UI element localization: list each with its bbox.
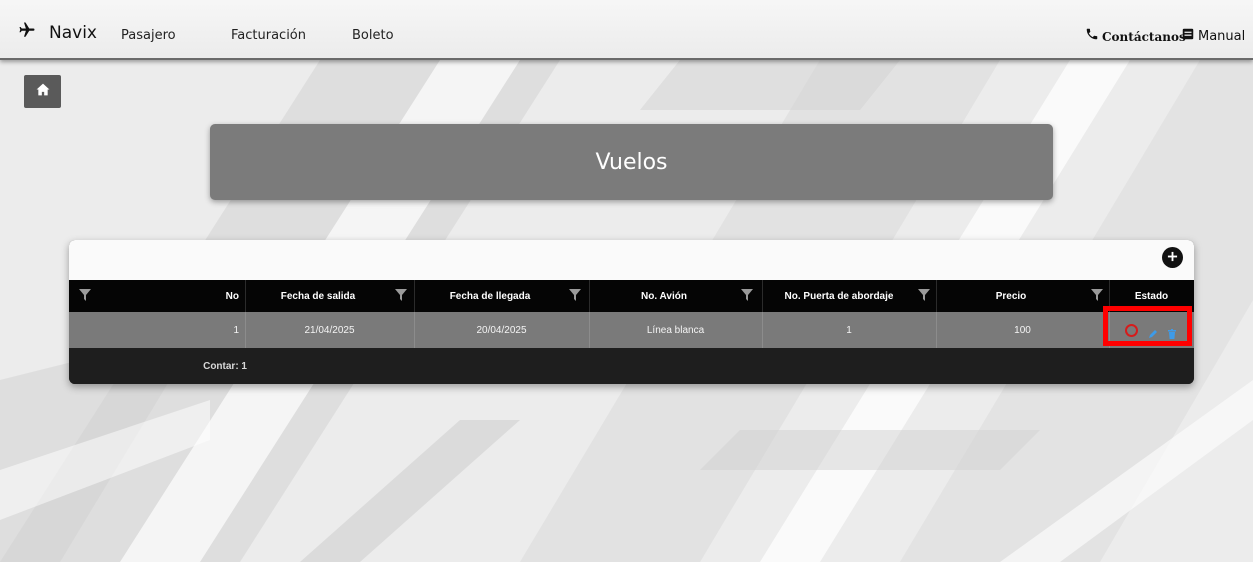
contact-label: Contáctanos [1102, 29, 1186, 44]
home-icon [36, 83, 50, 101]
filter-icon[interactable] [918, 289, 930, 301]
contact-link[interactable]: Contáctanos [1085, 27, 1186, 46]
column-header-estado[interactable]: Estado [1109, 280, 1194, 312]
nav-link-facturacion[interactable]: Facturación [231, 28, 306, 43]
book-icon [1181, 27, 1198, 46]
cell-precio: 100 [1014, 324, 1031, 336]
phone-icon [1085, 27, 1102, 46]
top-navbar: Navix Pasajero Facturación Boleto Contác… [0, 0, 1253, 60]
cell-avion: Línea blanca [646, 324, 705, 336]
nav-link-pasajero[interactable]: Pasajero [121, 28, 176, 43]
grid-footer: Contar: 1 [69, 348, 1194, 384]
cell-fecha-salida: 21/04/2025 [304, 324, 355, 336]
page-title-banner: Vuelos [210, 124, 1053, 200]
column-header-puerta[interactable]: No. Puerta de abordaje [762, 280, 916, 312]
cell-puerta: 1 [846, 324, 852, 336]
table-row[interactable]: 1 21/04/2025 20/04/2025 Línea blanca 1 1… [69, 312, 1194, 348]
filter-icon[interactable] [79, 289, 91, 301]
flights-grid: No Fecha de salida Fecha de llegada No. … [69, 240, 1194, 384]
filter-icon[interactable] [741, 289, 753, 301]
grid-toolbar [69, 240, 1194, 280]
pencil-icon[interactable] [1148, 326, 1158, 338]
column-header-no[interactable]: No [99, 280, 239, 312]
grid-header: No Fecha de salida Fecha de llegada No. … [69, 280, 1194, 312]
trash-icon[interactable] [1168, 326, 1176, 339]
column-header-fecha-llegada[interactable]: Fecha de llegada [414, 280, 566, 312]
status-circle-icon [1125, 324, 1138, 337]
page-title: Vuelos [595, 149, 668, 175]
add-flight-button[interactable] [1162, 247, 1183, 268]
nav-link-boleto[interactable]: Boleto [352, 28, 394, 43]
filter-icon[interactable] [395, 289, 407, 301]
cell-fecha-llegada: 20/04/2025 [476, 324, 527, 336]
manual-link[interactable]: Manual [1181, 27, 1245, 46]
airplane-icon [18, 21, 36, 44]
column-header-avion[interactable]: No. Avión [589, 280, 739, 312]
brand[interactable]: Navix [18, 21, 97, 44]
column-header-precio[interactable]: Precio [936, 280, 1086, 312]
cell-no: 1 [233, 324, 239, 336]
filter-icon[interactable] [1091, 289, 1103, 301]
plus-icon [1167, 249, 1178, 267]
manual-label: Manual [1198, 29, 1246, 44]
brand-name: Navix [49, 22, 97, 43]
filter-icon[interactable] [569, 289, 581, 301]
row-count: Contar: 1 [203, 360, 247, 372]
home-button[interactable] [24, 75, 61, 108]
column-header-fecha-salida[interactable]: Fecha de salida [245, 280, 391, 312]
